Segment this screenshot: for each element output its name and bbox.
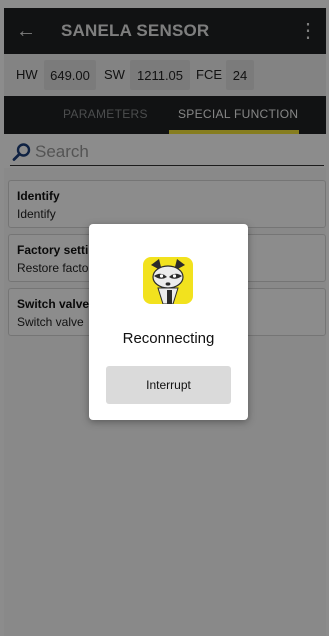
interrupt-button[interactable]: Interrupt — [106, 366, 231, 404]
dialog-message: Reconnecting — [122, 330, 215, 347]
raccoon-logo-icon — [143, 257, 193, 304]
reconnecting-dialog: Reconnecting Interrupt — [89, 224, 248, 420]
